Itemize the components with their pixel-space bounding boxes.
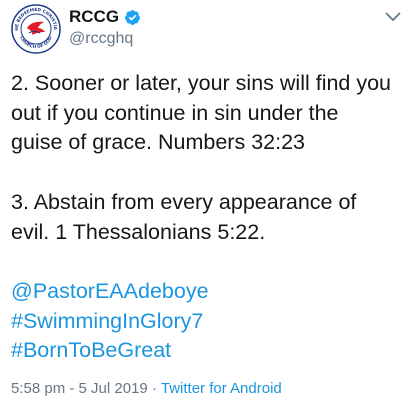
avatar[interactable]: THE REDEEMED CHRISTIAN CHURCH OF GOD bbox=[11, 4, 61, 54]
user-handle[interactable]: @rccghq bbox=[69, 29, 133, 49]
tweet-line: guise of grace. Numbers 32:23 bbox=[11, 130, 305, 155]
tweet-meta: 5:58 pm - 5 Jul 2019 · Twitter for Andro… bbox=[11, 380, 282, 397]
tweet-line: out if you continue in sin under the bbox=[11, 100, 339, 125]
tweet-line: 3. Abstain from every appearance of bbox=[11, 189, 357, 214]
hashtag-link[interactable]: #SwimmingInGlory7 bbox=[11, 307, 411, 337]
tweet-paragraph-2: 3. Abstain from every appearance of evil… bbox=[11, 188, 411, 247]
mention-link[interactable]: @PastorEAAdeboye bbox=[11, 277, 411, 307]
display-name[interactable]: RCCG bbox=[69, 7, 119, 27]
tweet-text: 2. Sooner or later, your sins will find … bbox=[11, 69, 411, 366]
verified-badge-icon bbox=[125, 9, 140, 25]
tweet-source-link[interactable]: Twitter for Android bbox=[161, 380, 282, 397]
user-name-row: RCCG bbox=[69, 7, 141, 27]
chevron-down-icon[interactable] bbox=[385, 12, 401, 22]
tweet-line: 2. Sooner or later, your sins will find … bbox=[11, 71, 392, 95]
tweet-date[interactable]: 5 Jul 2019 bbox=[79, 380, 148, 397]
tweet-paragraph-1: 2. Sooner or later, your sins will find … bbox=[11, 69, 411, 158]
tweet-links: @PastorEAAdeboye #SwimmingInGlory7 #Born… bbox=[11, 277, 411, 366]
tweet-time[interactable]: 5:58 pm bbox=[11, 380, 65, 397]
tweet-line: evil. 1 Thessalonians 5:22. bbox=[11, 219, 266, 244]
hashtag-link[interactable]: #BornToBeGreat bbox=[11, 336, 411, 366]
